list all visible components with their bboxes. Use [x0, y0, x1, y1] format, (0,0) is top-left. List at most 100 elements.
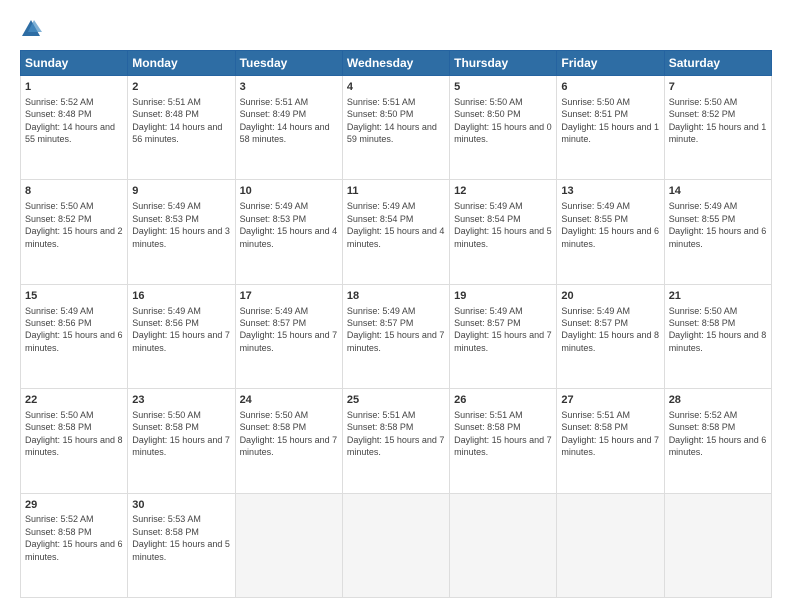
- day-info: Sunrise: 5:50 AMSunset: 8:58 PMDaylight:…: [240, 410, 338, 457]
- calendar-cell: 7 Sunrise: 5:50 AMSunset: 8:52 PMDaylight…: [664, 76, 771, 180]
- calendar-cell: 4 Sunrise: 5:51 AMSunset: 8:50 PMDaylight…: [342, 76, 449, 180]
- weekday-header-saturday: Saturday: [664, 51, 771, 76]
- weekday-header-friday: Friday: [557, 51, 664, 76]
- calendar-cell: 9 Sunrise: 5:49 AMSunset: 8:53 PMDaylight…: [128, 180, 235, 284]
- calendar-cell: 20 Sunrise: 5:49 AMSunset: 8:57 PMDayligh…: [557, 284, 664, 388]
- day-info: Sunrise: 5:51 AMSunset: 8:49 PMDaylight:…: [240, 97, 330, 144]
- day-number: 8: [25, 184, 123, 199]
- day-info: Sunrise: 5:49 AMSunset: 8:55 PMDaylight:…: [561, 201, 659, 248]
- calendar-cell: 26 Sunrise: 5:51 AMSunset: 8:58 PMDayligh…: [450, 389, 557, 493]
- calendar-cell: 24 Sunrise: 5:50 AMSunset: 8:58 PMDayligh…: [235, 389, 342, 493]
- day-info: Sunrise: 5:50 AMSunset: 8:58 PMDaylight:…: [25, 410, 123, 457]
- calendar-cell: 15 Sunrise: 5:49 AMSunset: 8:56 PMDayligh…: [21, 284, 128, 388]
- day-info: Sunrise: 5:50 AMSunset: 8:58 PMDaylight:…: [669, 306, 767, 353]
- day-number: 14: [669, 184, 767, 199]
- calendar-cell: 25 Sunrise: 5:51 AMSunset: 8:58 PMDayligh…: [342, 389, 449, 493]
- calendar-cell: 23 Sunrise: 5:50 AMSunset: 8:58 PMDayligh…: [128, 389, 235, 493]
- calendar-cell: [664, 493, 771, 597]
- day-number: 17: [240, 289, 338, 304]
- weekday-header-monday: Monday: [128, 51, 235, 76]
- calendar-cell: 17 Sunrise: 5:49 AMSunset: 8:57 PMDayligh…: [235, 284, 342, 388]
- day-number: 22: [25, 393, 123, 408]
- day-number: 12: [454, 184, 552, 199]
- calendar-cell: 10 Sunrise: 5:49 AMSunset: 8:53 PMDayligh…: [235, 180, 342, 284]
- day-info: Sunrise: 5:50 AMSunset: 8:51 PMDaylight:…: [561, 97, 659, 144]
- calendar-cell: 19Sunrise: 5:49 AMSunset: 8:57 PMDayligh…: [450, 284, 557, 388]
- weekday-header-sunday: Sunday: [21, 51, 128, 76]
- calendar-cell: 18Sunrise: 5:49 AMSunset: 8:57 PMDayligh…: [342, 284, 449, 388]
- day-number: 11: [347, 184, 445, 199]
- day-number: 27: [561, 393, 659, 408]
- calendar-cell: 28 Sunrise: 5:52 AMSunset: 8:58 PMDayligh…: [664, 389, 771, 493]
- day-info: Sunrise: 5:49 AMSunset: 8:57 PMDaylight:…: [454, 306, 552, 353]
- day-info: Sunrise: 5:49 AMSunset: 8:57 PMDaylight:…: [347, 306, 445, 353]
- day-number: 6: [561, 80, 659, 95]
- calendar-cell: 13 Sunrise: 5:49 AMSunset: 8:55 PMDayligh…: [557, 180, 664, 284]
- weekday-header-thursday: Thursday: [450, 51, 557, 76]
- day-info: Sunrise: 5:53 AMSunset: 8:58 PMDaylight:…: [132, 514, 230, 561]
- logo-icon: [20, 18, 42, 40]
- calendar-cell: [557, 493, 664, 597]
- page: SundayMondayTuesdayWednesdayThursdayFrid…: [0, 0, 792, 612]
- day-number: 3: [240, 80, 338, 95]
- weekday-header-row: SundayMondayTuesdayWednesdayThursdayFrid…: [21, 51, 772, 76]
- day-info: Sunrise: 5:51 AMSunset: 8:50 PMDaylight:…: [347, 97, 437, 144]
- day-number: 20: [561, 289, 659, 304]
- calendar-cell: 30Sunrise: 5:53 AMSunset: 8:58 PMDayligh…: [128, 493, 235, 597]
- week-row-5: 29Sunrise: 5:52 AMSunset: 8:58 PMDayligh…: [21, 493, 772, 597]
- week-row-1: 1Sunrise: 5:52 AMSunset: 8:48 PMDaylight…: [21, 76, 772, 180]
- calendar-table: SundayMondayTuesdayWednesdayThursdayFrid…: [20, 50, 772, 598]
- day-info: Sunrise: 5:49 AMSunset: 8:57 PMDaylight:…: [240, 306, 338, 353]
- day-number: 26: [454, 393, 552, 408]
- day-info: Sunrise: 5:51 AMSunset: 8:48 PMDaylight:…: [132, 97, 222, 144]
- week-row-2: 8 Sunrise: 5:50 AMSunset: 8:52 PMDaylight…: [21, 180, 772, 284]
- day-info: Sunrise: 5:52 AMSunset: 8:58 PMDaylight:…: [669, 410, 767, 457]
- weekday-header-wednesday: Wednesday: [342, 51, 449, 76]
- day-number: 25: [347, 393, 445, 408]
- day-info: Sunrise: 5:49 AMSunset: 8:53 PMDaylight:…: [132, 201, 230, 248]
- day-info: Sunrise: 5:51 AMSunset: 8:58 PMDaylight:…: [347, 410, 445, 457]
- calendar-cell: 3 Sunrise: 5:51 AMSunset: 8:49 PMDaylight…: [235, 76, 342, 180]
- calendar-cell: 12 Sunrise: 5:49 AMSunset: 8:54 PMDayligh…: [450, 180, 557, 284]
- day-info: Sunrise: 5:52 AMSunset: 8:58 PMDaylight:…: [25, 514, 123, 561]
- day-number: 16: [132, 289, 230, 304]
- day-number: 9: [132, 184, 230, 199]
- day-number: 4: [347, 80, 445, 95]
- day-info: Sunrise: 5:49 AMSunset: 8:56 PMDaylight:…: [25, 306, 123, 353]
- calendar-cell: 6 Sunrise: 5:50 AMSunset: 8:51 PMDaylight…: [557, 76, 664, 180]
- day-number: 1: [25, 80, 123, 95]
- calendar-cell: [450, 493, 557, 597]
- calendar-cell: [235, 493, 342, 597]
- day-info: Sunrise: 5:50 AMSunset: 8:58 PMDaylight:…: [132, 410, 230, 457]
- day-number: 21: [669, 289, 767, 304]
- week-row-4: 22 Sunrise: 5:50 AMSunset: 8:58 PMDayligh…: [21, 389, 772, 493]
- header: [20, 18, 772, 40]
- day-number: 13: [561, 184, 659, 199]
- calendar-cell: 27 Sunrise: 5:51 AMSunset: 8:58 PMDayligh…: [557, 389, 664, 493]
- day-info: Sunrise: 5:50 AMSunset: 8:52 PMDaylight:…: [669, 97, 767, 144]
- day-info: Sunrise: 5:50 AMSunset: 8:52 PMDaylight:…: [25, 201, 123, 248]
- calendar-cell: [342, 493, 449, 597]
- day-info: Sunrise: 5:51 AMSunset: 8:58 PMDaylight:…: [561, 410, 659, 457]
- calendar-cell: 2 Sunrise: 5:51 AMSunset: 8:48 PMDaylight…: [128, 76, 235, 180]
- day-info: Sunrise: 5:50 AMSunset: 8:50 PMDaylight:…: [454, 97, 552, 144]
- calendar-cell: 5 Sunrise: 5:50 AMSunset: 8:50 PMDaylight…: [450, 76, 557, 180]
- calendar-cell: 11Sunrise: 5:49 AMSunset: 8:54 PMDayligh…: [342, 180, 449, 284]
- day-info: Sunrise: 5:49 AMSunset: 8:57 PMDaylight:…: [561, 306, 659, 353]
- day-info: Sunrise: 5:49 AMSunset: 8:54 PMDaylight:…: [454, 201, 552, 248]
- day-info: Sunrise: 5:49 AMSunset: 8:55 PMDaylight:…: [669, 201, 767, 248]
- day-number: 24: [240, 393, 338, 408]
- day-number: 10: [240, 184, 338, 199]
- day-number: 15: [25, 289, 123, 304]
- day-number: 5: [454, 80, 552, 95]
- day-number: 28: [669, 393, 767, 408]
- day-info: Sunrise: 5:49 AMSunset: 8:53 PMDaylight:…: [240, 201, 338, 248]
- day-number: 29: [25, 498, 123, 513]
- weekday-header-tuesday: Tuesday: [235, 51, 342, 76]
- calendar-cell: 22 Sunrise: 5:50 AMSunset: 8:58 PMDayligh…: [21, 389, 128, 493]
- day-number: 7: [669, 80, 767, 95]
- day-number: 23: [132, 393, 230, 408]
- day-info: Sunrise: 5:51 AMSunset: 8:58 PMDaylight:…: [454, 410, 552, 457]
- calendar-header: SundayMondayTuesdayWednesdayThursdayFrid…: [21, 51, 772, 76]
- day-number: 2: [132, 80, 230, 95]
